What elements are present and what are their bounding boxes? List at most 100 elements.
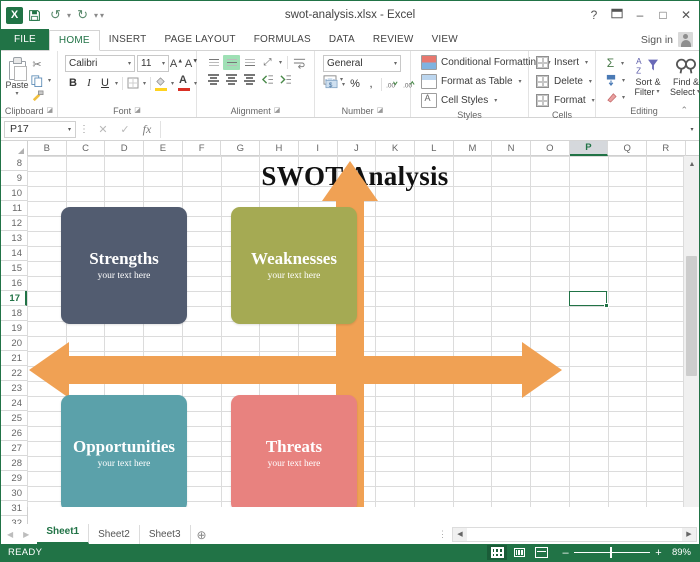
font-name-dropdown-icon[interactable]: ▾	[128, 60, 134, 67]
copy-icon[interactable]	[29, 73, 45, 88]
sign-in-label[interactable]: Sign in	[641, 34, 673, 46]
column-header-I[interactable]: I	[299, 141, 338, 156]
orientation-icon[interactable]: ⤢	[259, 55, 276, 70]
tab-file[interactable]: FILE	[1, 29, 49, 50]
tab-insert[interactable]: INSERT	[100, 29, 156, 50]
font-name-input[interactable]: Calibri ▾	[65, 55, 135, 72]
row-header-26[interactable]: 26	[1, 426, 27, 441]
format-as-table-button[interactable]: Format as Table ▾	[419, 73, 524, 90]
zoom-out-icon[interactable]: –	[561, 547, 570, 559]
borders-dropdown-icon[interactable]: ▾	[141, 80, 148, 87]
row-header-29[interactable]: 29	[1, 471, 27, 486]
tab-split-handle[interactable]: ⋮	[433, 529, 452, 540]
delete-cells-button[interactable]: Delete ▾	[536, 73, 594, 90]
font-color-icon[interactable]: A	[176, 74, 192, 91]
sign-in-area[interactable]: Sign in	[641, 29, 699, 50]
row-header-22[interactable]: 22	[1, 366, 27, 381]
bold-button[interactable]: B	[65, 75, 81, 91]
help-icon[interactable]: ?	[588, 8, 600, 22]
row-header-20[interactable]: 20	[1, 336, 27, 351]
expand-formula-bar-icon[interactable]: ▾	[685, 126, 699, 133]
sheet-tab-sheet1[interactable]: Sheet1	[37, 523, 90, 544]
accounting-dropdown-icon[interactable]: ▾	[340, 81, 347, 88]
vertical-scrollbar[interactable]: ▲	[683, 156, 699, 507]
insert-function-icon[interactable]: fx	[136, 122, 158, 137]
find-select-dropdown-icon[interactable]: ▾	[695, 87, 700, 97]
swot-quadrant-opportunities[interactable]: Opportunities your text here	[61, 395, 187, 507]
column-header-Q[interactable]: Q	[608, 141, 647, 156]
enter-formula-icon[interactable]: ✓	[114, 123, 136, 136]
horizontal-scrollbar[interactable]: ◀ ▶	[452, 526, 697, 542]
column-header-D[interactable]: D	[105, 141, 145, 156]
zoom-in-icon[interactable]: +	[654, 547, 663, 559]
vertical-scrollbar-thumb[interactable]	[686, 256, 697, 376]
align-middle-icon[interactable]	[223, 55, 240, 70]
align-bottom-icon[interactable]	[241, 55, 258, 70]
page-layout-view-icon[interactable]	[509, 545, 529, 560]
avatar[interactable]	[678, 32, 693, 47]
tab-data[interactable]: DATA	[320, 29, 364, 50]
row-header-28[interactable]: 28	[1, 456, 27, 471]
cell-styles-button[interactable]: Cell Styles ▾	[419, 92, 499, 109]
swot-diagram[interactable]: SWOT Analysis Strengths your text here W…	[27, 156, 683, 507]
row-header-19[interactable]: 19	[1, 321, 27, 336]
swot-quadrant-weaknesses[interactable]: Weaknesses your text here	[231, 207, 357, 324]
alignment-dialog-launcher-icon[interactable]: ◪	[274, 105, 281, 117]
column-header-H[interactable]: H	[260, 141, 299, 156]
insert-cells-button[interactable]: Insert ▾	[536, 54, 590, 71]
cell-styles-dropdown-icon[interactable]: ▾	[492, 97, 499, 104]
column-header-R[interactable]: R	[647, 141, 686, 156]
scroll-right-icon[interactable]: ▶	[682, 530, 696, 538]
close-icon[interactable]: ✕	[680, 8, 692, 22]
column-header-O[interactable]: O	[531, 141, 570, 156]
number-dialog-launcher-icon[interactable]: ◪	[377, 105, 384, 117]
autosum-dropdown-icon[interactable]: ▾	[619, 60, 626, 67]
format-cells-button[interactable]: Format ▾	[536, 92, 597, 109]
collapse-ribbon-icon[interactable]: ⌃	[680, 105, 688, 116]
sheet-tab-sheet3[interactable]: Sheet3	[140, 525, 191, 544]
format-painter-icon[interactable]	[29, 89, 45, 104]
align-center-icon[interactable]	[223, 72, 240, 87]
underline-dropdown-icon[interactable]: ▾	[113, 80, 120, 87]
row-header-12[interactable]: 12	[1, 216, 27, 231]
tab-page-layout[interactable]: PAGE LAYOUT	[155, 29, 244, 50]
scroll-up-icon[interactable]: ▲	[684, 156, 699, 172]
name-box-dropdown-icon[interactable]: ▾	[68, 126, 75, 133]
column-header-P[interactable]: P	[569, 141, 609, 156]
column-header-F[interactable]: F	[183, 141, 222, 156]
accounting-format-icon[interactable]: $	[323, 77, 340, 92]
zoom-level[interactable]: 89%	[663, 547, 691, 558]
row-header-23[interactable]: 23	[1, 381, 27, 396]
row-header-27[interactable]: 27	[1, 441, 27, 456]
column-header-J[interactable]: J	[338, 141, 377, 156]
font-dialog-launcher-icon[interactable]: ◪	[134, 105, 141, 117]
percent-style-icon[interactable]: %	[347, 76, 363, 92]
fill-down-icon[interactable]	[603, 73, 619, 88]
grid-cells[interactable]: SWOT Analysis Strengths your text here W…	[27, 156, 683, 507]
align-right-icon[interactable]	[241, 72, 258, 87]
tab-home[interactable]: HOME	[48, 30, 100, 51]
tab-review[interactable]: REVIEW	[364, 29, 423, 50]
align-top-icon[interactable]	[205, 55, 222, 70]
swot-quadrant-strengths[interactable]: Strengths your text here	[61, 207, 187, 324]
fill-color-icon[interactable]	[153, 75, 169, 91]
redo-icon[interactable]: ↻	[73, 6, 92, 25]
ribbon-display-options-icon[interactable]	[611, 8, 623, 22]
delete-dropdown-icon[interactable]: ▾	[587, 78, 594, 85]
cut-icon[interactable]: ✂	[29, 57, 45, 72]
autosum-icon[interactable]: Σ	[603, 56, 618, 70]
row-header-24[interactable]: 24	[1, 396, 27, 411]
undo-dropdown-icon[interactable]: ▾	[67, 11, 71, 20]
number-format-dropdown-icon[interactable]: ▾	[394, 60, 400, 67]
column-header-E[interactable]: E	[144, 141, 183, 156]
column-header-M[interactable]: M	[454, 141, 493, 156]
next-sheet-icon[interactable]: ▶	[23, 530, 29, 539]
clear-icon[interactable]	[603, 90, 619, 105]
clear-dropdown-icon[interactable]: ▾	[620, 94, 627, 101]
cancel-formula-icon[interactable]: ✕	[92, 123, 114, 136]
italic-button[interactable]: I	[81, 75, 97, 91]
decrease-indent-icon[interactable]	[259, 72, 276, 87]
save-icon[interactable]	[25, 6, 44, 25]
find-and-select-button[interactable]: Find & Select ▾	[667, 55, 700, 97]
number-format-select[interactable]: General ▾	[323, 55, 401, 72]
